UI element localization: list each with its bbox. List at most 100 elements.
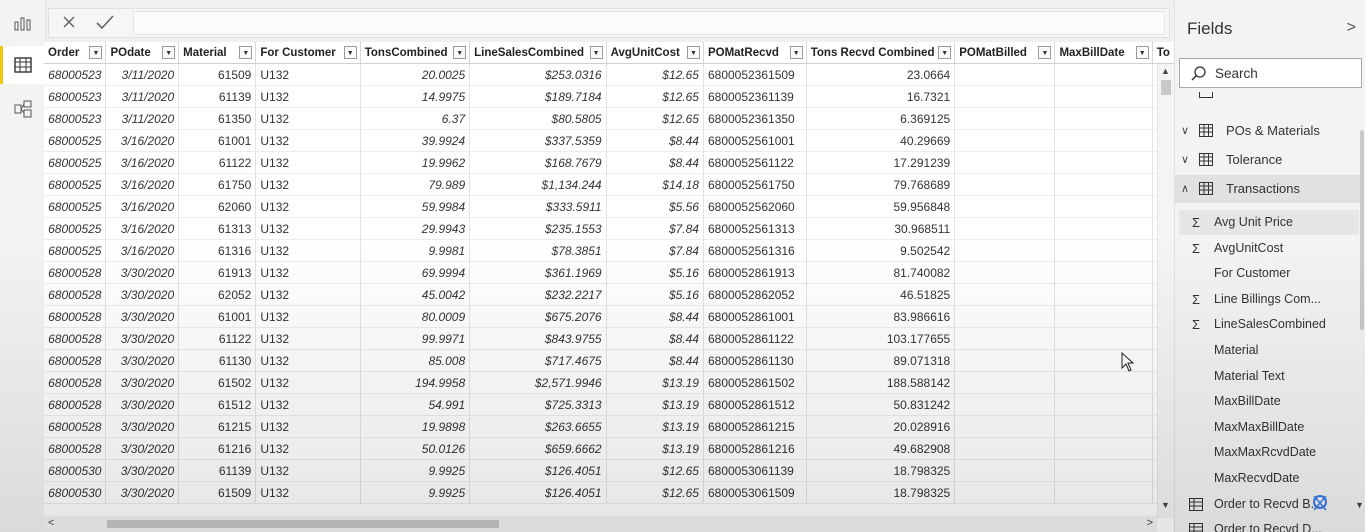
table-cell[interactable]: 6800052361139 (703, 85, 807, 108)
table-cell[interactable]: 62052 (178, 283, 257, 306)
table-cell[interactable]: 3/30/2020 (105, 459, 180, 482)
table-cell[interactable]: U132 (255, 393, 361, 416)
table-cell[interactable] (954, 195, 1056, 218)
chevron-up-icon[interactable]: ∧ (1181, 182, 1189, 195)
column-header-line-sales-combined[interactable]: LineSalesCombined ▼ (469, 42, 607, 64)
table-cell[interactable]: $80.5805 (469, 107, 607, 130)
table-cell[interactable]: 3/30/2020 (105, 481, 180, 504)
table-cell[interactable]: $235.1553 (469, 217, 607, 240)
table-cell[interactable]: $337.5359 (469, 129, 607, 152)
column-header-avg-unit-cost[interactable]: AvgUnitCost ▼ (606, 42, 704, 64)
column-header-po-mat-billed[interactable]: POMatBilled ▼ (954, 42, 1056, 64)
table-cell[interactable]: $7.84 (606, 217, 704, 240)
scroll-right-icon[interactable]: > (1147, 517, 1153, 529)
search-input[interactable]: Search (1179, 58, 1362, 88)
table-cell[interactable]: 61509 (178, 63, 257, 86)
table-cell[interactable]: 6.37 (360, 107, 471, 130)
table-cell[interactable] (1054, 459, 1153, 482)
check-icon[interactable] (95, 14, 115, 35)
table-cell[interactable]: 6800052562060 (703, 195, 807, 218)
table-cell[interactable]: $8.44 (606, 129, 704, 152)
table-cell[interactable]: $843.9755 (469, 327, 607, 350)
table-cell[interactable]: 3/11/2020 (105, 63, 180, 86)
table-cell[interactable]: 6800052861001 (703, 305, 807, 328)
table-cell[interactable]: $12.65 (606, 459, 704, 482)
column-header-podate[interactable]: POdate ▼ (105, 42, 180, 64)
filter-dropdown-icon[interactable]: ▼ (162, 46, 176, 59)
table-cell[interactable]: $13.19 (606, 371, 704, 394)
table-cell[interactable]: 68000525 (44, 129, 107, 152)
table-cell[interactable]: 83.986616 (806, 305, 956, 328)
table-cell[interactable]: 39.9924 (360, 129, 471, 152)
field-item[interactable]: Σ Avg Unit Price (1179, 210, 1359, 235)
table-cell[interactable]: U132 (255, 327, 361, 350)
vertical-scrollbar[interactable]: ▲ ▼ (1157, 64, 1174, 518)
table-cell[interactable]: 9.9925 (360, 459, 471, 482)
table-cell[interactable] (954, 371, 1056, 394)
table-cell[interactable]: 61215 (178, 415, 257, 438)
table-cell[interactable]: U132 (255, 371, 361, 394)
table-cell[interactable]: 61313 (178, 217, 257, 240)
table-cell[interactable] (1054, 217, 1153, 240)
table-cell[interactable]: 61509 (178, 481, 257, 504)
field-item[interactable]: Σ AvgUnitCost (1179, 236, 1359, 261)
table-cell[interactable]: $13.19 (606, 415, 704, 438)
table-cell[interactable]: 61001 (178, 129, 257, 152)
table-cell[interactable]: 61001 (178, 305, 257, 328)
table-cell[interactable]: $126.4051 (469, 481, 607, 504)
table-cell[interactable]: 19.9962 (360, 151, 471, 174)
table-cell[interactable]: 40.29669 (806, 129, 956, 152)
table-cell[interactable]: $12.65 (606, 107, 704, 130)
table-cell[interactable]: 3/11/2020 (105, 107, 180, 130)
table-cell[interactable] (954, 481, 1056, 504)
table-cell[interactable] (954, 327, 1056, 350)
scroll-thumb[interactable] (1161, 80, 1171, 95)
table-cell[interactable]: 68000525 (44, 195, 107, 218)
table-cell[interactable]: 61750 (178, 173, 257, 196)
table-cell[interactable]: $78.3851 (469, 239, 607, 262)
horizontal-scrollbar[interactable]: < > (44, 516, 1157, 532)
table-cell[interactable]: 18.798325 (806, 481, 956, 504)
table-cell[interactable] (1054, 239, 1153, 262)
table-cell[interactable]: $361.1969 (469, 261, 607, 284)
table-cell[interactable]: $8.44 (606, 327, 704, 350)
table-cell[interactable]: 68000528 (44, 437, 107, 460)
column-header-tons-recvd-combined[interactable]: Tons Recvd Combined ▼ (806, 42, 956, 64)
table-cell[interactable] (1054, 349, 1153, 372)
table-cell[interactable]: 61502 (178, 371, 257, 394)
table-cell[interactable] (1054, 393, 1153, 416)
table-cell[interactable] (1054, 261, 1153, 284)
table-cell[interactable]: 79.989 (360, 173, 471, 196)
table-cell[interactable]: 62060 (178, 195, 257, 218)
table-cell[interactable]: 17.291239 (806, 151, 956, 174)
table-cell[interactable]: 23.0664 (806, 63, 956, 86)
table-cell[interactable]: 68000525 (44, 239, 107, 262)
table-cell[interactable] (954, 107, 1056, 130)
table-cell[interactable]: 68000528 (44, 349, 107, 372)
table-cell[interactable]: 6.369125 (806, 107, 956, 130)
table-cell[interactable]: $675.2076 (469, 305, 607, 328)
table-cell[interactable]: 61139 (178, 459, 257, 482)
table-cell[interactable]: $1,134.244 (469, 173, 607, 196)
table-cell[interactable] (954, 437, 1056, 460)
field-item[interactable]: For Customer (1179, 261, 1359, 286)
filter-dropdown-icon[interactable]: ▼ (89, 46, 103, 59)
table-cell[interactable]: 50.831242 (806, 393, 956, 416)
fields-scroll-thumb[interactable] (1360, 130, 1364, 330)
table-cell[interactable]: 3/30/2020 (105, 415, 180, 438)
table-cell[interactable]: 3/30/2020 (105, 261, 180, 284)
table-cell[interactable]: 9.502542 (806, 239, 956, 262)
table-cell[interactable]: 61122 (178, 327, 257, 350)
table-cell[interactable]: 68000530 (44, 459, 107, 482)
table-cell[interactable]: 6800052862052 (703, 283, 807, 306)
table-cell[interactable]: 6800052561001 (703, 129, 807, 152)
table-cell[interactable] (1054, 129, 1153, 152)
collapse-pane-icon[interactable]: > (1347, 19, 1356, 37)
table-cell[interactable]: 6800052861130 (703, 349, 807, 372)
table-cell[interactable]: 80.0009 (360, 305, 471, 328)
table-cell[interactable]: 61139 (178, 85, 257, 108)
table-cell[interactable]: 6800053061509 (703, 481, 807, 504)
table-cell[interactable]: 59.9984 (360, 195, 471, 218)
filter-dropdown-icon[interactable]: ▼ (789, 46, 803, 59)
table-cell[interactable]: $189.7184 (469, 85, 607, 108)
